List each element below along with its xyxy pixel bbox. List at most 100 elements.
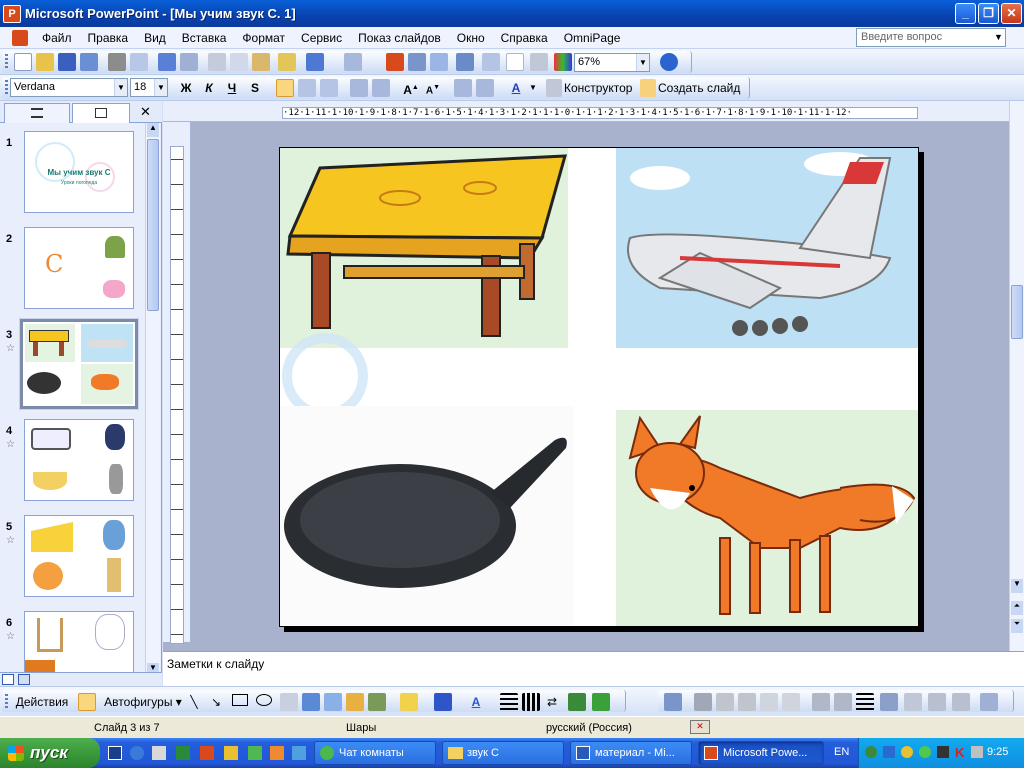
menu-help[interactable]: Справка [493,28,556,48]
scroll-thumb[interactable] [1011,285,1023,339]
line-icon[interactable]: ╲ [186,693,202,711]
reset-picture-icon[interactable] [980,693,998,711]
taskbar-item-powerpoint[interactable]: Microsoft Powe... [698,741,824,765]
arrow-icon[interactable]: ↘ [208,693,224,711]
redo-icon[interactable] [344,53,362,71]
chevron-down-icon[interactable]: ▼ [992,29,1005,46]
expand-all-icon[interactable] [482,53,500,71]
decrease-indent-icon[interactable] [454,79,472,97]
chevron-down-icon[interactable]: ▼ [636,54,649,71]
network-icon[interactable] [292,746,306,760]
powerpoint-icon[interactable] [200,746,214,760]
excel-icon[interactable] [176,746,190,760]
document-icon[interactable] [12,29,28,46]
taskbar-item-chat[interactable]: Чат комнаты [314,741,436,765]
more-contrast-icon[interactable] [716,693,734,711]
select-pointer-icon[interactable] [78,693,96,711]
chevron-down-icon[interactable]: ▼ [528,79,538,97]
oval-icon[interactable] [256,694,272,706]
italic-button[interactable]: К [199,79,219,97]
slide-thumbnail-6[interactable] [24,611,134,675]
numbering-icon[interactable] [350,79,368,97]
wordart-icon[interactable] [302,693,320,711]
fill-color-icon[interactable] [400,693,418,711]
permission-icon[interactable] [80,53,98,71]
recolor-icon[interactable] [904,693,922,711]
slide-thumbnail-1[interactable]: Мы учим звук С Уроки логопеда [24,131,134,213]
taskbar-item-word[interactable]: материал - Mi... [570,741,692,765]
help-search-input[interactable]: Введите вопрос ▼ [856,28,1006,47]
antivirus-icon[interactable]: K [955,745,964,760]
spelling-icon[interactable] [158,53,176,71]
rectangle-icon[interactable] [232,694,248,706]
tab-outline[interactable] [4,103,70,123]
insert-table-icon[interactable] [408,53,426,71]
messenger-icon[interactable] [248,746,262,760]
scroll-thumb[interactable] [147,139,159,311]
3d-style-icon[interactable] [592,693,610,711]
compress-icon[interactable] [880,693,898,711]
color-mode-icon[interactable] [694,693,712,711]
crop-icon[interactable] [812,693,830,711]
tables-borders-icon[interactable] [430,53,448,71]
next-slide-icon[interactable]: ⏷ [1011,619,1023,633]
tray-icon[interactable] [971,746,983,758]
paste-icon[interactable] [252,53,270,71]
help-icon[interactable] [660,53,678,71]
insert-picture-icon[interactable] [664,693,682,711]
new-icon[interactable] [14,53,32,71]
font-size-select[interactable]: 18 ▼ [130,78,168,97]
thumbnails-scrollbar[interactable]: ▲ ▼ [145,123,160,686]
format-picture-icon[interactable] [928,693,946,711]
taskbar-item-folder[interactable]: звук С [442,741,564,765]
language-indicator[interactable]: EN [834,746,849,758]
clipart-icon[interactable] [346,693,364,711]
frying-pan-image[interactable] [280,406,574,626]
powerpoint-app-icon[interactable]: P [3,4,21,23]
slide-thumbnail-3[interactable] [19,318,139,410]
notes-pane[interactable]: Заметки к слайду [163,651,1024,686]
insert-hyperlink-icon[interactable] [456,53,474,71]
menu-slideshow[interactable]: Показ слайдов [350,28,449,48]
color-grayscale-icon[interactable] [554,53,572,71]
print-icon[interactable] [108,53,126,71]
start-button[interactable]: пуск [0,738,100,768]
tray-icon[interactable] [919,746,931,758]
line-style-icon[interactable] [500,693,518,711]
menu-view[interactable]: Вид [136,28,174,48]
font-color-icon[interactable]: A [506,79,526,97]
less-brightness-icon[interactable] [782,693,800,711]
normal-view-icon[interactable] [2,674,14,685]
picture-icon[interactable] [368,693,386,711]
picture-line-style-icon[interactable] [856,693,874,711]
tray-icon[interactable] [883,746,895,758]
spelling-error-icon[interactable]: ✕ [690,720,710,734]
insert-chart-icon[interactable] [386,53,404,71]
copy-icon[interactable] [230,53,248,71]
more-brightness-icon[interactable] [760,693,778,711]
bench-image[interactable] [280,148,568,348]
research-icon[interactable] [180,53,198,71]
show-grid-icon[interactable] [530,53,548,71]
menu-file[interactable]: Файл [34,28,80,48]
slide-thumbnail-4[interactable] [24,419,134,501]
tray-icon[interactable] [937,746,949,758]
increase-indent-icon[interactable] [476,79,494,97]
close-button[interactable]: ✕ [1001,3,1022,24]
previous-slide-icon[interactable]: ⏶ [1011,601,1023,615]
menu-format[interactable]: Формат [234,28,293,48]
bold-button[interactable]: Ж [176,79,196,97]
new-slide-button[interactable]: Создать слайд [658,79,742,97]
minimize-button[interactable]: _ [955,3,976,24]
print-preview-icon[interactable] [130,53,148,71]
cut-icon[interactable] [208,53,226,71]
actions-button[interactable]: Действия ▾ [12,693,72,727]
shadow-style-icon[interactable] [568,693,586,711]
underline-button[interactable]: Ч [222,79,242,97]
tab-slides[interactable] [72,103,130,123]
autoshapes-button[interactable]: Автофигуры ▾ [104,693,182,711]
align-left-icon[interactable] [276,79,294,97]
menu-window[interactable]: Окно [449,28,493,48]
decrease-font-icon[interactable]: A▼ [424,79,442,97]
zoom-select[interactable]: 67% ▼ [574,53,650,72]
